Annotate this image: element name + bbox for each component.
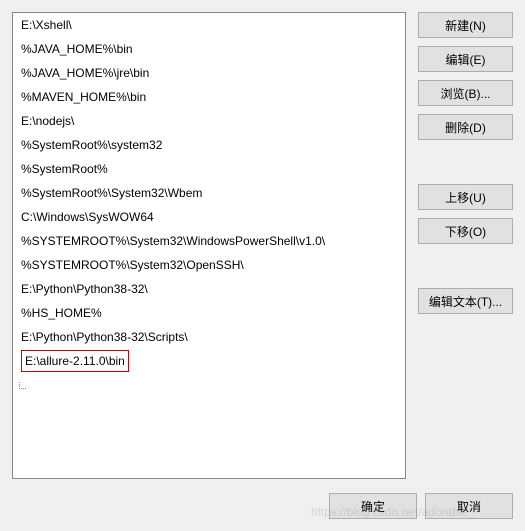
list-item[interactable]: %SystemRoot%\System32\Wbem xyxy=(13,181,405,205)
list-item[interactable]: E:\allure-2.11.0\bin xyxy=(13,349,405,376)
list-item[interactable]: C:\Windows\SysWOW64 xyxy=(13,205,405,229)
env-path-editor-dialog: E:\Xshell\%JAVA_HOME%\bin%JAVA_HOME%\jre… xyxy=(0,0,525,531)
list-item[interactable]: %SYSTEMROOT%\System32\OpenSSH\ xyxy=(13,253,405,277)
cancel-button[interactable]: 取消 xyxy=(425,493,513,519)
dialog-footer: 确定 取消 xyxy=(12,479,513,519)
list-item[interactable]: E:\nodejs\ xyxy=(13,109,405,133)
list-item[interactable]: E:\Python\Python38-32\ xyxy=(13,277,405,301)
edit-button[interactable]: 编辑(E) xyxy=(418,46,513,72)
list-item[interactable]: %SYSTEMROOT%\System32\WindowsPowerShell\… xyxy=(13,229,405,253)
move-down-button[interactable]: 下移(O) xyxy=(418,218,513,244)
browse-button[interactable]: 浏览(B)... xyxy=(418,80,513,106)
move-up-button[interactable]: 上移(U) xyxy=(418,184,513,210)
list-item[interactable]: %SystemRoot%\system32 xyxy=(13,133,405,157)
delete-button[interactable]: 删除(D) xyxy=(418,114,513,140)
new-button[interactable]: 新建(N) xyxy=(418,12,513,38)
edit-text-button[interactable]: 编辑文本(T)... xyxy=(418,288,513,314)
list-item[interactable]: %SystemRoot% xyxy=(13,157,405,181)
list-item[interactable]: E:\Xshell\ xyxy=(13,13,405,37)
list-item[interactable]: %HS_HOME% xyxy=(13,301,405,325)
new-entry-placeholder[interactable] xyxy=(13,376,405,394)
list-item-label: E:\allure-2.11.0\bin xyxy=(21,350,129,372)
list-item[interactable]: E:\Python\Python38-32\Scripts\ xyxy=(13,325,405,349)
path-listbox[interactable]: E:\Xshell\%JAVA_HOME%\bin%JAVA_HOME%\jre… xyxy=(12,12,406,479)
main-area: E:\Xshell\%JAVA_HOME%\bin%JAVA_HOME%\jre… xyxy=(12,12,513,479)
list-item[interactable]: %MAVEN_HOME%\bin xyxy=(13,85,405,109)
ok-button[interactable]: 确定 xyxy=(329,493,417,519)
button-column: 新建(N) 编辑(E) 浏览(B)... 删除(D) 上移(U) 下移(O) 编… xyxy=(418,12,513,479)
list-item[interactable]: %JAVA_HOME%\bin xyxy=(13,37,405,61)
list-item[interactable]: %JAVA_HOME%\jre\bin xyxy=(13,61,405,85)
